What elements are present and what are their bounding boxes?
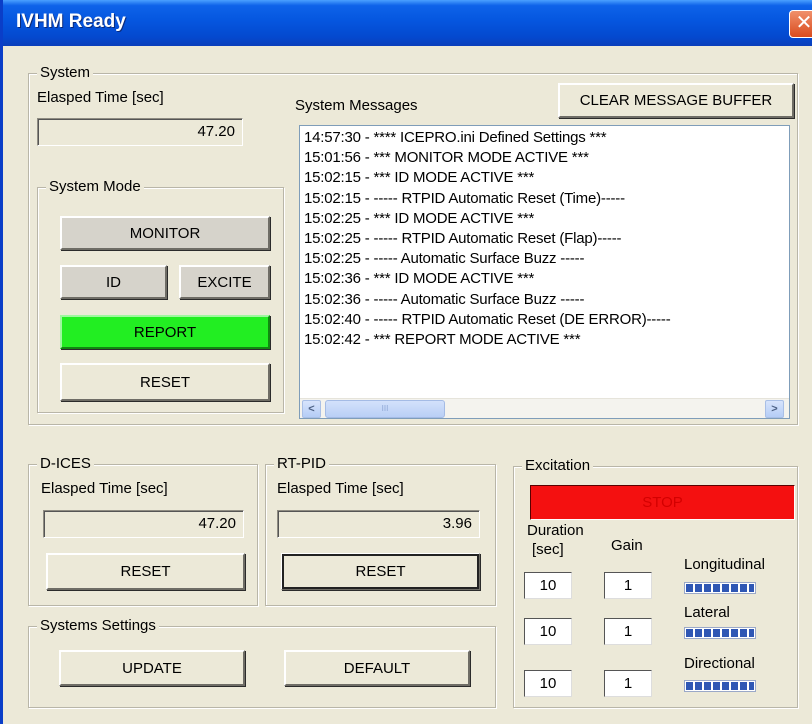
system-elapsed-label: Elasped Time [sec] <box>37 89 164 106</box>
message-item: 15:02:40 - ----- RTPID Automatic Reset (… <box>304 310 671 328</box>
longitudinal-duration-input[interactable]: 10 <box>524 572 572 599</box>
scroll-right-icon[interactable]: > <box>765 400 784 418</box>
update-button[interactable]: UPDATE <box>59 650 245 686</box>
clear-message-buffer-button[interactable]: CLEAR MESSAGE BUFFER <box>558 83 794 118</box>
systems-settings-legend: Systems Settings <box>37 617 159 635</box>
message-item: 15:02:36 - *** ID MODE ACTIVE *** <box>304 270 535 288</box>
lateral-level-meter <box>684 627 756 639</box>
gain-label: Gain <box>611 537 643 554</box>
message-item: 15:02:15 - *** ID MODE ACTIVE *** <box>304 169 535 187</box>
rtpid-reset-button[interactable]: RESET <box>281 553 480 590</box>
rtpid-elapsed-label: Elasped Time [sec] <box>277 480 404 497</box>
longitudinal-level-fill <box>686 584 754 592</box>
directional-gain-input[interactable]: 1 <box>604 670 652 697</box>
title-bar[interactable]: IVHM Ready <box>3 0 812 46</box>
directional-label: Directional <box>684 655 755 672</box>
id-button[interactable]: ID <box>60 265 167 299</box>
lateral-label: Lateral <box>684 604 730 621</box>
scroll-left-icon[interactable]: < <box>302 400 321 418</box>
scroll-thumb[interactable]: III <box>325 400 445 418</box>
close-button[interactable]: ✕ <box>789 10 812 38</box>
system-messages-list[interactable]: 14:57:30 - **** ICEPRO.ini Defined Setti… <box>299 125 790 419</box>
system-mode-legend: System Mode <box>46 178 144 196</box>
messages: 14:57:30 - **** ICEPRO.ini Defined Setti… <box>304 128 671 350</box>
duration-label: Duration <box>527 522 584 539</box>
duration-unit-label: [sec] <box>532 541 564 558</box>
system-reset-button[interactable]: RESET <box>60 363 270 401</box>
directional-level-fill <box>686 682 754 690</box>
message-item: 15:01:56 - *** MONITOR MODE ACTIVE *** <box>304 149 589 167</box>
dices-legend: D-ICES <box>37 455 94 473</box>
directional-level-meter <box>684 680 756 692</box>
ivhm-window: IVHM Ready ✕ System Elasped Time [sec] 4… <box>0 0 812 724</box>
stop-button[interactable]: STOP <box>530 485 795 520</box>
excitation-legend: Excitation <box>522 457 594 475</box>
longitudinal-gain-input[interactable]: 1 <box>604 572 652 599</box>
monitor-button[interactable]: MONITOR <box>60 216 270 250</box>
message-item: 15:02:36 - ----- Automatic Surface Buzz … <box>304 290 585 308</box>
report-button[interactable]: REPORT <box>60 315 270 349</box>
dices-reset-button[interactable]: RESET <box>46 553 245 590</box>
horizontal-scrollbar[interactable]: < III > <box>300 398 789 418</box>
message-item: 15:02:25 - ----- RTPID Automatic Reset (… <box>304 230 622 248</box>
longitudinal-level-meter <box>684 582 756 594</box>
rtpid-elapsed-field: 3.96 <box>277 510 480 538</box>
message-item: 15:02:42 - *** REPORT MODE ACTIVE *** <box>304 331 581 349</box>
message-item: 15:02:25 - ----- Automatic Surface Buzz … <box>304 250 585 268</box>
message-item: 14:57:30 - **** ICEPRO.ini Defined Setti… <box>304 129 607 146</box>
dices-elapsed-label: Elasped Time [sec] <box>41 480 168 497</box>
message-item: 15:02:15 - ----- RTPID Automatic Reset (… <box>304 189 625 207</box>
system-legend: System <box>37 64 94 82</box>
dices-elapsed-field: 47.20 <box>43 510 244 538</box>
lateral-duration-input[interactable]: 10 <box>524 618 572 645</box>
rtpid-legend: RT-PID <box>274 455 329 473</box>
default-button[interactable]: DEFAULT <box>284 650 470 686</box>
lateral-level-fill <box>686 629 754 637</box>
system-messages-label: System Messages <box>295 97 418 114</box>
excite-button[interactable]: EXCITE <box>179 265 270 299</box>
system-elapsed-field: 47.20 <box>37 118 243 146</box>
lateral-gain-input[interactable]: 1 <box>604 618 652 645</box>
message-item: 15:02:25 - *** ID MODE ACTIVE *** <box>304 209 535 227</box>
window-title: IVHM Ready <box>16 11 126 32</box>
close-icon: ✕ <box>795 12 812 34</box>
directional-duration-input[interactable]: 10 <box>524 670 572 697</box>
longitudinal-label: Longitudinal <box>684 556 765 573</box>
